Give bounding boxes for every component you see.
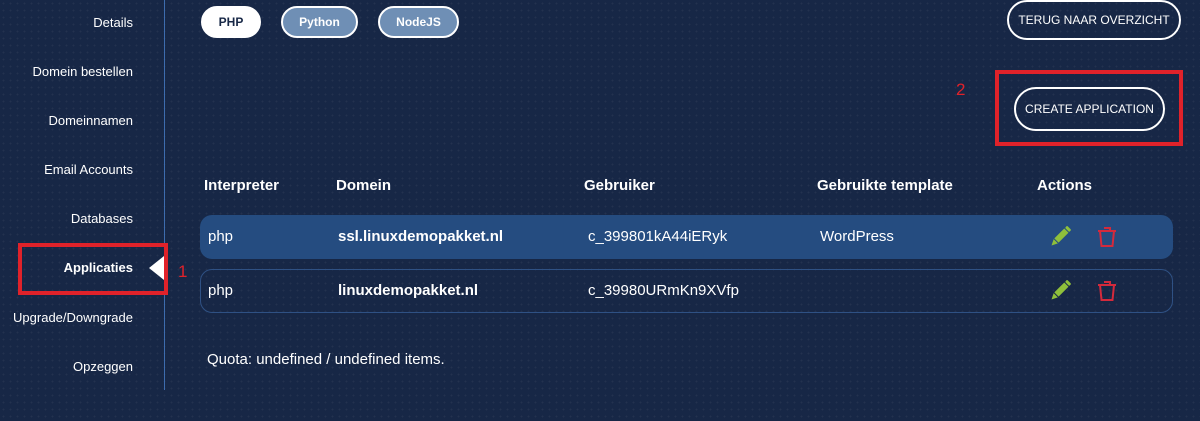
edit-button[interactable] — [1048, 279, 1072, 303]
column-header-template: Gebruikte template — [817, 177, 953, 194]
back-to-overview-button[interactable]: TERUG NAAR OVERZICHT — [1007, 0, 1181, 40]
sidebar-item-opzeggen[interactable]: Opzeggen — [73, 359, 133, 374]
sidebar-item-email-accounts[interactable]: Email Accounts — [44, 162, 133, 177]
annotation-highlight-1 — [18, 243, 168, 295]
sidebar-item-upgrade-downgrade[interactable]: Upgrade/Downgrade — [13, 310, 133, 325]
delete-button[interactable] — [1095, 225, 1119, 249]
quota-suffix: items. — [400, 351, 445, 368]
column-header-gebruiker: Gebruiker — [584, 177, 655, 194]
trash-icon — [1098, 281, 1116, 301]
cell-template: WordPress — [820, 228, 894, 245]
quota-used: undefined — [256, 351, 323, 368]
pencil-icon — [1051, 226, 1071, 246]
table-row: php linuxdemopakket.nl c_39980URmKn9XVfp — [200, 269, 1173, 313]
edit-button[interactable] — [1048, 225, 1072, 249]
table-row: php ssl.linuxdemopakket.nl c_399801kA44i… — [200, 215, 1173, 259]
column-header-actions: Actions — [1037, 177, 1093, 194]
sidebar-item-domeinnamen[interactable]: Domeinnamen — [48, 113, 133, 128]
tab-php[interactable]: PHP — [201, 6, 261, 38]
column-header-domein: Domein — [336, 177, 392, 194]
cell-interpreter: php — [208, 228, 234, 245]
delete-button[interactable] — [1095, 279, 1119, 303]
quota-text: Quota: undefined / undefined items. — [207, 351, 445, 368]
cell-domain: ssl.linuxdemopakket.nl — [338, 228, 504, 245]
create-application-button[interactable]: CREATE APPLICATION — [1014, 87, 1165, 131]
sidebar-item-databases[interactable]: Databases — [71, 211, 133, 226]
cell-user: c_399801kA44iERyk — [588, 228, 728, 245]
quota-prefix: Quota: — [207, 351, 257, 368]
tab-python[interactable]: Python — [281, 6, 358, 38]
trash-icon — [1098, 227, 1116, 247]
quota-separator: / — [322, 351, 335, 368]
cell-user: c_39980URmKn9XVfp — [588, 282, 739, 299]
sidebar-item-domein-bestellen[interactable]: Domein bestellen — [33, 64, 133, 79]
column-header-interpreter: Interpreter — [204, 177, 280, 194]
annotation-number-1: 1 — [178, 262, 188, 281]
tab-nodejs[interactable]: NodeJS — [378, 6, 459, 38]
quota-total: undefined — [334, 351, 401, 368]
sidebar: Details Domein bestellen Domeinnamen Ema… — [0, 0, 165, 390]
sidebar-item-details[interactable]: Details — [93, 15, 133, 30]
cell-interpreter: php — [208, 282, 234, 299]
cell-domain: linuxdemopakket.nl — [338, 282, 479, 299]
annotation-number-2: 2 — [956, 80, 966, 99]
pencil-icon — [1051, 280, 1071, 300]
